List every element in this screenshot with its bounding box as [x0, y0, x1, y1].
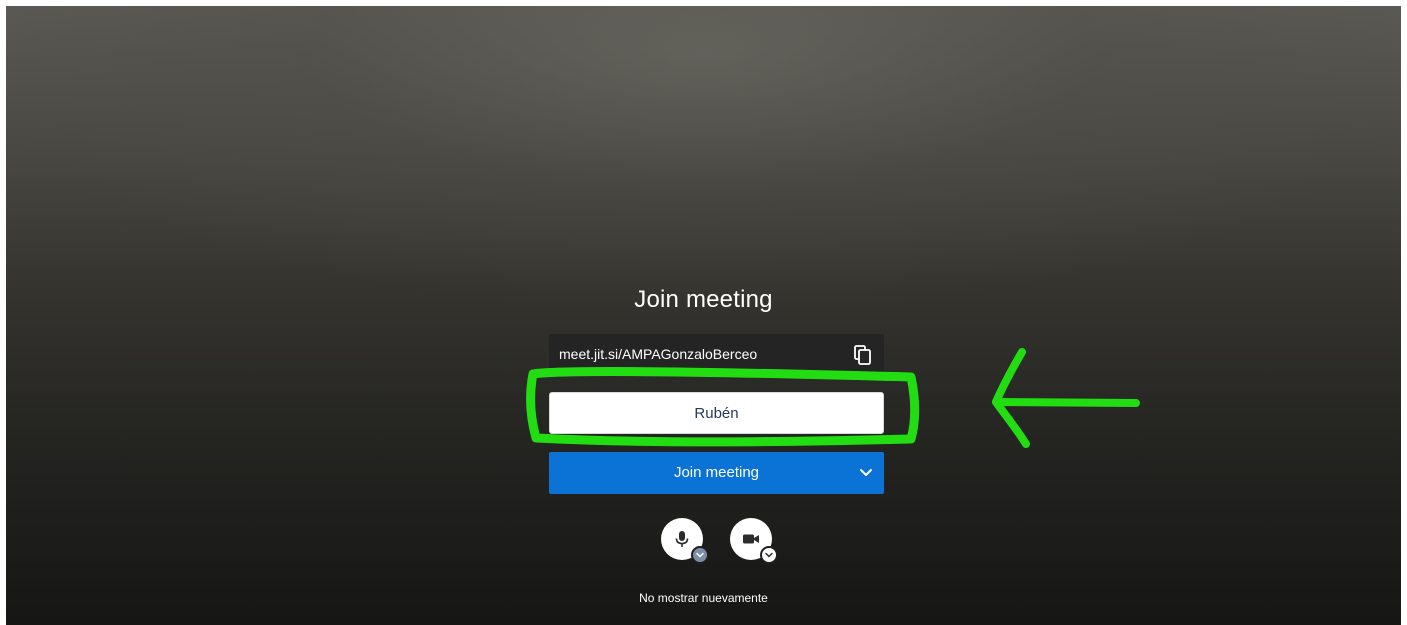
microphone-toggle-button[interactable] — [661, 518, 709, 564]
annotation-arrow-shaft — [992, 398, 1140, 407]
page-title: Join meeting — [634, 286, 773, 313]
meeting-url-bar: meet.jit.si/AMPAGonzaloBerceo — [549, 334, 884, 376]
microphone-icon — [675, 531, 689, 547]
meeting-background: Join meeting meet.jit.si/AMPAGonzaloBerc… — [6, 6, 1401, 625]
camera-toggle-button[interactable] — [730, 518, 778, 564]
camera-options-badge[interactable] — [760, 546, 778, 564]
green-annotation-overlay — [526, 348, 1140, 448]
chevron-down-icon — [696, 552, 704, 558]
meeting-url-text: meet.jit.si/AMPAGonzaloBerceo — [559, 346, 758, 362]
join-meeting-label: Join meeting — [673, 464, 760, 481]
dont-show-again-link[interactable]: No mostrar nuevamente — [6, 591, 1401, 605]
join-meeting-button[interactable]: Join meeting — [549, 452, 884, 494]
chevron-down-icon[interactable] — [858, 464, 874, 480]
annotation-arrow-head — [992, 348, 1030, 448]
display-name-input[interactable] — [549, 392, 884, 434]
chevron-down-icon — [765, 552, 773, 558]
camera-icon — [743, 534, 759, 544]
copy-icon[interactable] — [854, 345, 872, 365]
microphone-options-badge[interactable] — [691, 546, 709, 564]
